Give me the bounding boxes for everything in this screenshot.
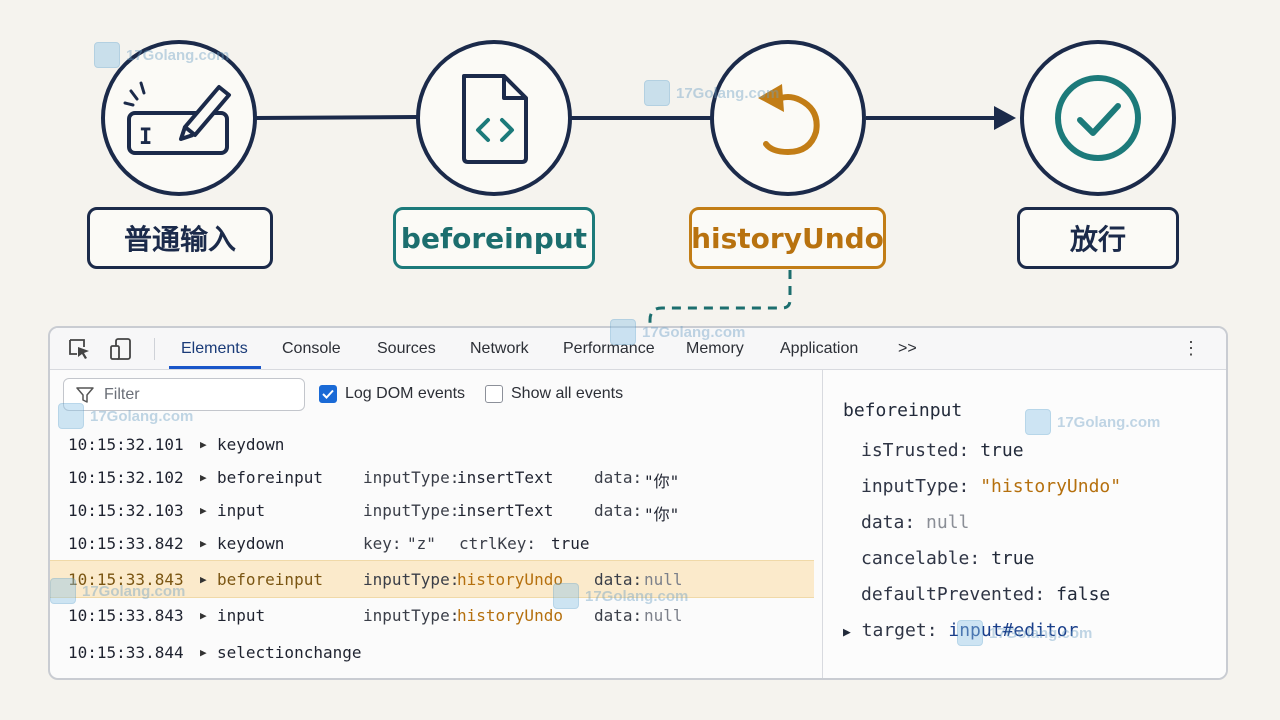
inspect-element-icon[interactable] xyxy=(68,338,92,360)
tab-memory[interactable]: Memory xyxy=(686,340,744,358)
filter-funnel-icon xyxy=(76,387,94,403)
step-node-pass xyxy=(1020,40,1176,196)
tab-sources[interactable]: Sources xyxy=(377,340,436,358)
expand-triangle-icon: ▶ xyxy=(843,625,851,640)
log-dom-events-label: Log DOM events xyxy=(345,385,466,402)
step-label-pass: 放行 xyxy=(1017,207,1179,269)
prop-cancelable: cancelable: true xyxy=(861,548,1035,569)
show-all-events-checkbox[interactable]: Show all events xyxy=(485,385,623,403)
step-label-normal-input: 普通输入 xyxy=(87,207,273,269)
tab-elements[interactable]: Elements xyxy=(181,340,248,358)
arrowhead xyxy=(994,106,1016,130)
check-circle-icon xyxy=(1055,75,1141,161)
tab-application[interactable]: Application xyxy=(780,340,858,358)
connector-1 xyxy=(255,115,419,120)
filter-placeholder: Filter xyxy=(104,385,140,403)
active-tab-underline xyxy=(169,366,261,369)
prop-is-trusted: isTrusted: true xyxy=(861,440,1024,461)
tab-network[interactable]: Network xyxy=(470,340,529,358)
tab-performance[interactable]: Performance xyxy=(563,340,655,358)
expand-triangle-icon[interactable]: ▶ xyxy=(200,573,207,586)
step-node-beforeinput xyxy=(416,40,572,196)
kebab-menu-icon[interactable]: ⋮ xyxy=(1182,338,1200,359)
prop-default-prevented: defaultPrevented: false xyxy=(861,584,1111,605)
filter-input[interactable]: Filter xyxy=(63,378,305,411)
flow-diagram: I 普通输入 beforeinput historyUndo 放行 xyxy=(0,0,1280,330)
expand-triangle-icon[interactable]: ▶ xyxy=(200,471,207,484)
checkbox-unchecked-icon xyxy=(485,385,503,403)
log-row[interactable]: 10:15:32.102 ▶ beforeinput inputType: in… xyxy=(50,461,814,494)
log-row[interactable]: 10:15:33.844 ▶ selectionchange xyxy=(50,636,814,669)
expand-triangle-icon[interactable]: ▶ xyxy=(200,537,207,550)
step-node-history-undo xyxy=(710,40,866,196)
show-all-events-label: Show all events xyxy=(511,385,624,402)
text-input-pencil-icon: I xyxy=(123,81,231,155)
expand-triangle-icon[interactable]: ▶ xyxy=(200,609,207,622)
code-file-icon xyxy=(462,74,528,164)
event-log-pane: Filter Log DOM events Show all events 10… xyxy=(50,370,822,678)
prop-target[interactable]: ▶ target: input#editor xyxy=(843,620,1078,641)
event-details-pane: beforeinput isTrusted: true inputType: "… xyxy=(822,370,1226,678)
details-title: beforeinput xyxy=(843,400,963,421)
more-tabs-button[interactable]: >> xyxy=(898,340,917,358)
device-toolbar-icon[interactable] xyxy=(110,338,134,360)
log-row-highlighted[interactable]: 10:15:33.843 ▶ beforeinput inputType: hi… xyxy=(50,560,814,598)
expand-triangle-icon[interactable]: ▶ xyxy=(200,438,207,451)
dashed-callout-line xyxy=(648,270,792,330)
expand-triangle-icon[interactable]: ▶ xyxy=(200,646,207,659)
checkbox-checked-icon xyxy=(319,385,337,403)
tab-console[interactable]: Console xyxy=(282,340,341,358)
step-label-history-undo: historyUndo xyxy=(689,207,886,269)
prop-input-type: inputType: "historyUndo" xyxy=(861,476,1122,497)
step-node-normal-input: I xyxy=(101,40,257,196)
toolbar-divider xyxy=(154,338,155,360)
devtools-panel: Elements Console Sources Network Perform… xyxy=(48,326,1228,680)
log-row[interactable]: 10:15:33.843 ▶ input inputType: historyU… xyxy=(50,599,814,632)
log-dom-events-checkbox[interactable]: Log DOM events xyxy=(319,385,465,403)
prop-data: data: null xyxy=(861,512,970,533)
devtools-toolbar: Elements Console Sources Network Perform… xyxy=(50,328,1226,370)
log-row[interactable]: 10:15:32.101 ▶ keydown xyxy=(50,428,814,461)
log-row[interactable]: 10:15:33.842 ▶ keydown key: "z" ctrlKey:… xyxy=(50,527,814,560)
svg-text:I: I xyxy=(139,125,152,150)
expand-triangle-icon[interactable]: ▶ xyxy=(200,504,207,517)
undo-arrow-icon xyxy=(758,84,820,156)
log-row[interactable]: 10:15:32.103 ▶ input inputType: insertTe… xyxy=(50,494,814,527)
step-label-beforeinput: beforeinput xyxy=(393,207,595,269)
